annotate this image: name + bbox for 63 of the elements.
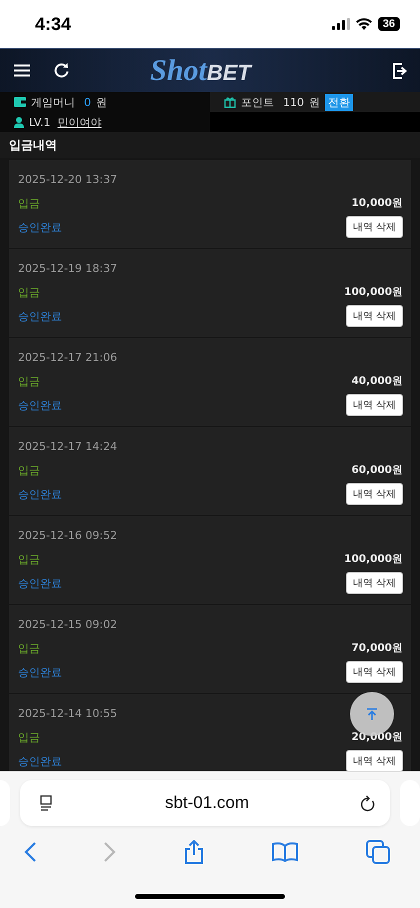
- deposit-amount: 100,000원: [344, 285, 403, 299]
- delete-button[interactable]: 내역 삭제: [346, 305, 403, 327]
- deposit-date: 2025-12-17 21:06: [18, 351, 118, 364]
- delete-button[interactable]: 내역 삭제: [346, 216, 403, 238]
- deposit-amount: 70,000원: [351, 641, 403, 655]
- deposit-type: 입금: [18, 730, 40, 744]
- url-text: sbt-01.com: [164, 793, 250, 813]
- delete-button[interactable]: 내역 삭제: [346, 394, 403, 416]
- delete-button[interactable]: 내역 삭제: [346, 572, 403, 594]
- points-unit: 원: [309, 94, 320, 110]
- deposit-date: 2025-12-15 09:02: [18, 618, 118, 631]
- deposit-date: 2025-12-20 13:37: [18, 173, 118, 186]
- money-label: 게임머니: [31, 94, 75, 110]
- arrow-up-icon: [367, 708, 377, 720]
- status-time: 4:34: [35, 14, 72, 34]
- deposit-status: 승인완료: [18, 576, 62, 590]
- money-unit: 원: [96, 94, 107, 110]
- deposit-status: 승인완료: [18, 664, 62, 680]
- delete-button[interactable]: 내역 삭제: [346, 661, 403, 683]
- page-title: 입금내역: [0, 132, 420, 158]
- level-label: LV.1: [29, 116, 51, 128]
- tabs-icon[interactable]: [366, 840, 390, 864]
- deposit-date: 2025-12-14 10:55: [18, 707, 118, 720]
- deposit-amount: 100,000원: [344, 552, 403, 566]
- reader-icon[interactable]: [38, 795, 54, 811]
- site-logo[interactable]: ShotBET: [69, 54, 332, 88]
- battery-indicator: 36: [378, 17, 400, 31]
- deposit-type: 입금: [18, 374, 40, 388]
- signal-icon: [332, 18, 350, 30]
- delete-button[interactable]: 내역 삭제: [346, 483, 403, 505]
- deposit-type: 입금: [18, 196, 40, 210]
- deposit-date: 2025-12-17 14:24: [18, 440, 118, 453]
- address-bar[interactable]: sbt-01.com: [20, 780, 390, 826]
- deposit-date: 2025-12-16 09:52: [18, 529, 118, 542]
- deposit-status: 승인완료: [18, 308, 62, 324]
- deposit-date: 2025-12-19 18:37: [18, 262, 118, 275]
- back-icon[interactable]: [24, 842, 36, 862]
- deposit-amount: 60,000원: [351, 463, 403, 477]
- share-icon[interactable]: [184, 840, 204, 864]
- deposit-status: 승인완료: [18, 398, 62, 412]
- deposit-type: 입금: [18, 640, 40, 656]
- refresh-icon[interactable]: [54, 63, 69, 78]
- deposit-status: 승인완료: [18, 486, 62, 502]
- deposit-amount: 10,000원: [351, 196, 403, 210]
- deposit-status: 승인완료: [18, 754, 62, 768]
- menu-icon[interactable]: [14, 64, 30, 77]
- deposit-amount: 40,000원: [351, 374, 403, 388]
- reload-icon[interactable]: [360, 794, 376, 812]
- deposit-type: 입금: [18, 462, 40, 478]
- points-label: 포인트: [241, 94, 274, 110]
- points-value: 110: [283, 96, 304, 108]
- nickname-link[interactable]: 민이여야: [58, 114, 102, 130]
- book-icon[interactable]: [272, 842, 298, 862]
- delete-button[interactable]: 내역 삭제: [346, 750, 403, 771]
- wallet-icon: [14, 97, 26, 107]
- user-icon: [14, 116, 24, 128]
- gift-icon: [224, 96, 236, 108]
- money-value: 0: [84, 96, 91, 108]
- deposit-type: 입금: [18, 284, 40, 300]
- wifi-icon: [356, 18, 372, 30]
- deposit-type: 입금: [18, 552, 40, 566]
- deposit-status: 승인완료: [18, 220, 62, 234]
- logout-icon[interactable]: [392, 62, 408, 78]
